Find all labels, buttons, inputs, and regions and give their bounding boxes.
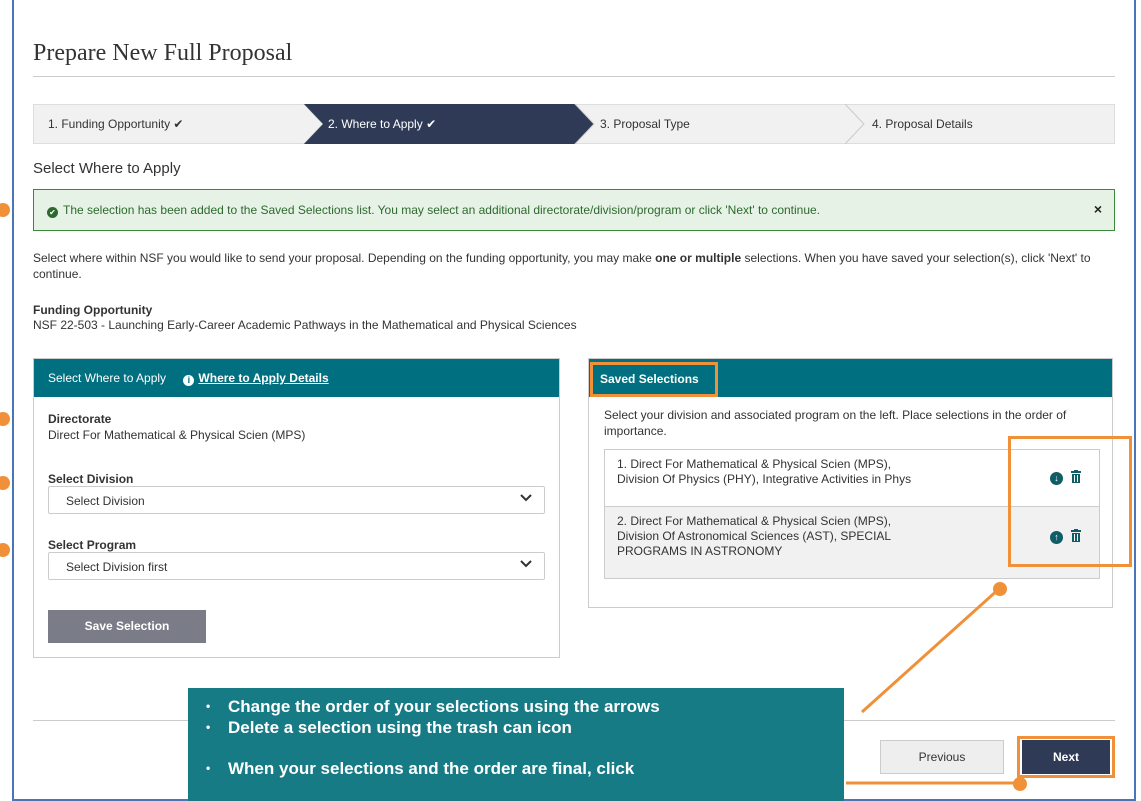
annotation-connectors	[846, 586, 1019, 785]
callout-bullet: Delete a selection using the trash can i…	[210, 717, 844, 738]
instruction-callout: Change the order of your selections usin…	[188, 688, 844, 801]
callout-bullet: Change the order of your selections usin…	[210, 696, 844, 717]
annotation-dot	[993, 582, 1007, 596]
callout-bullet: When your selections and the order are f…	[210, 758, 844, 779]
annotation-dot	[1013, 777, 1027, 791]
